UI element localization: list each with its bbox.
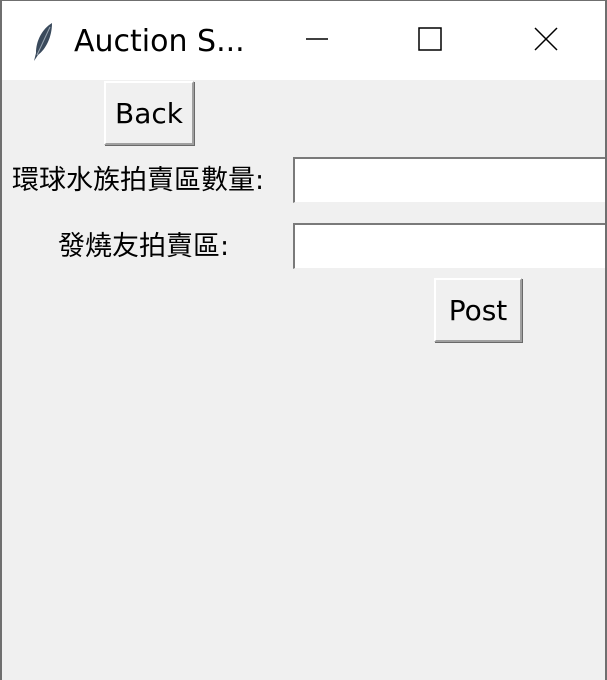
maximize-icon [417,26,443,56]
enthusiast-auction-input[interactable] [293,223,605,269]
minimize-button[interactable] [267,1,367,80]
title-bar[interactable]: Auction S... [2,1,605,80]
back-button[interactable]: Back [104,81,194,145]
minimize-icon [305,27,329,55]
close-icon [533,26,559,56]
quantity-input[interactable] [293,157,605,203]
window-title: Auction S... [74,24,245,59]
app-window: Auction S... Back 環球水族拍賣區數量: 發燒友拍賣區: Pos… [0,0,607,680]
enthusiast-auction-label: 發燒友拍賣區: [58,231,230,262]
post-button[interactable]: Post [434,278,522,342]
close-button[interactable] [496,1,596,80]
maximize-button[interactable] [380,1,480,80]
feather-icon [30,21,58,63]
form-panel: Back 環球水族拍賣區數量: 發燒友拍賣區: Post [2,80,605,680]
quantity-label: 環球水族拍賣區數量: [12,165,265,196]
